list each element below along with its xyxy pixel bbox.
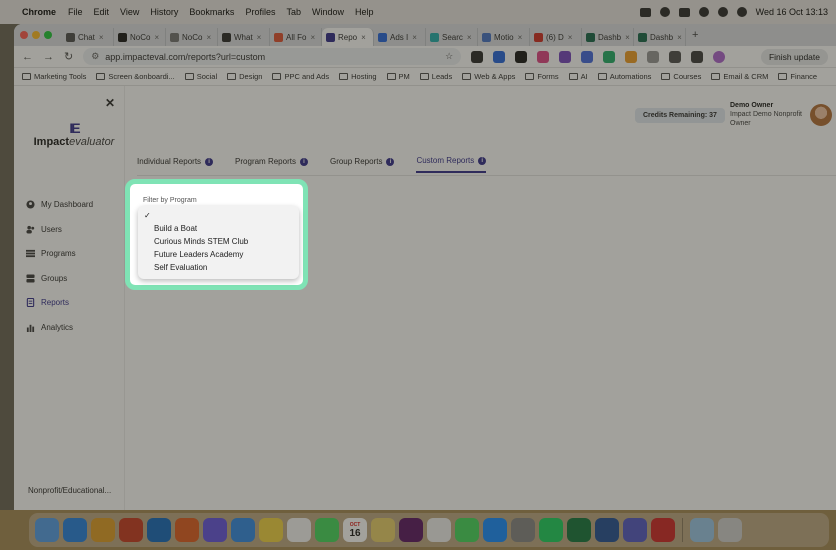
dropdown-option[interactable]: Self Evaluation — [138, 261, 299, 274]
dropdown-option[interactable]: Curious Minds STEM Club — [138, 235, 299, 248]
checkmark-icon: ✓ — [144, 211, 151, 220]
filter-label: Filter by Program — [143, 197, 197, 204]
dropdown-option[interactable]: Future Leaders Academy — [138, 248, 299, 261]
dropdown-option-empty[interactable]: ✓ — [138, 209, 299, 222]
dropdown-option[interactable]: Build a Boat — [138, 222, 299, 235]
filter-program-card: Filter by Program ✓ Build a Boat Curious… — [125, 179, 308, 290]
program-dropdown[interactable]: ✓ Build a Boat Curious Minds STEM Club F… — [138, 206, 299, 279]
